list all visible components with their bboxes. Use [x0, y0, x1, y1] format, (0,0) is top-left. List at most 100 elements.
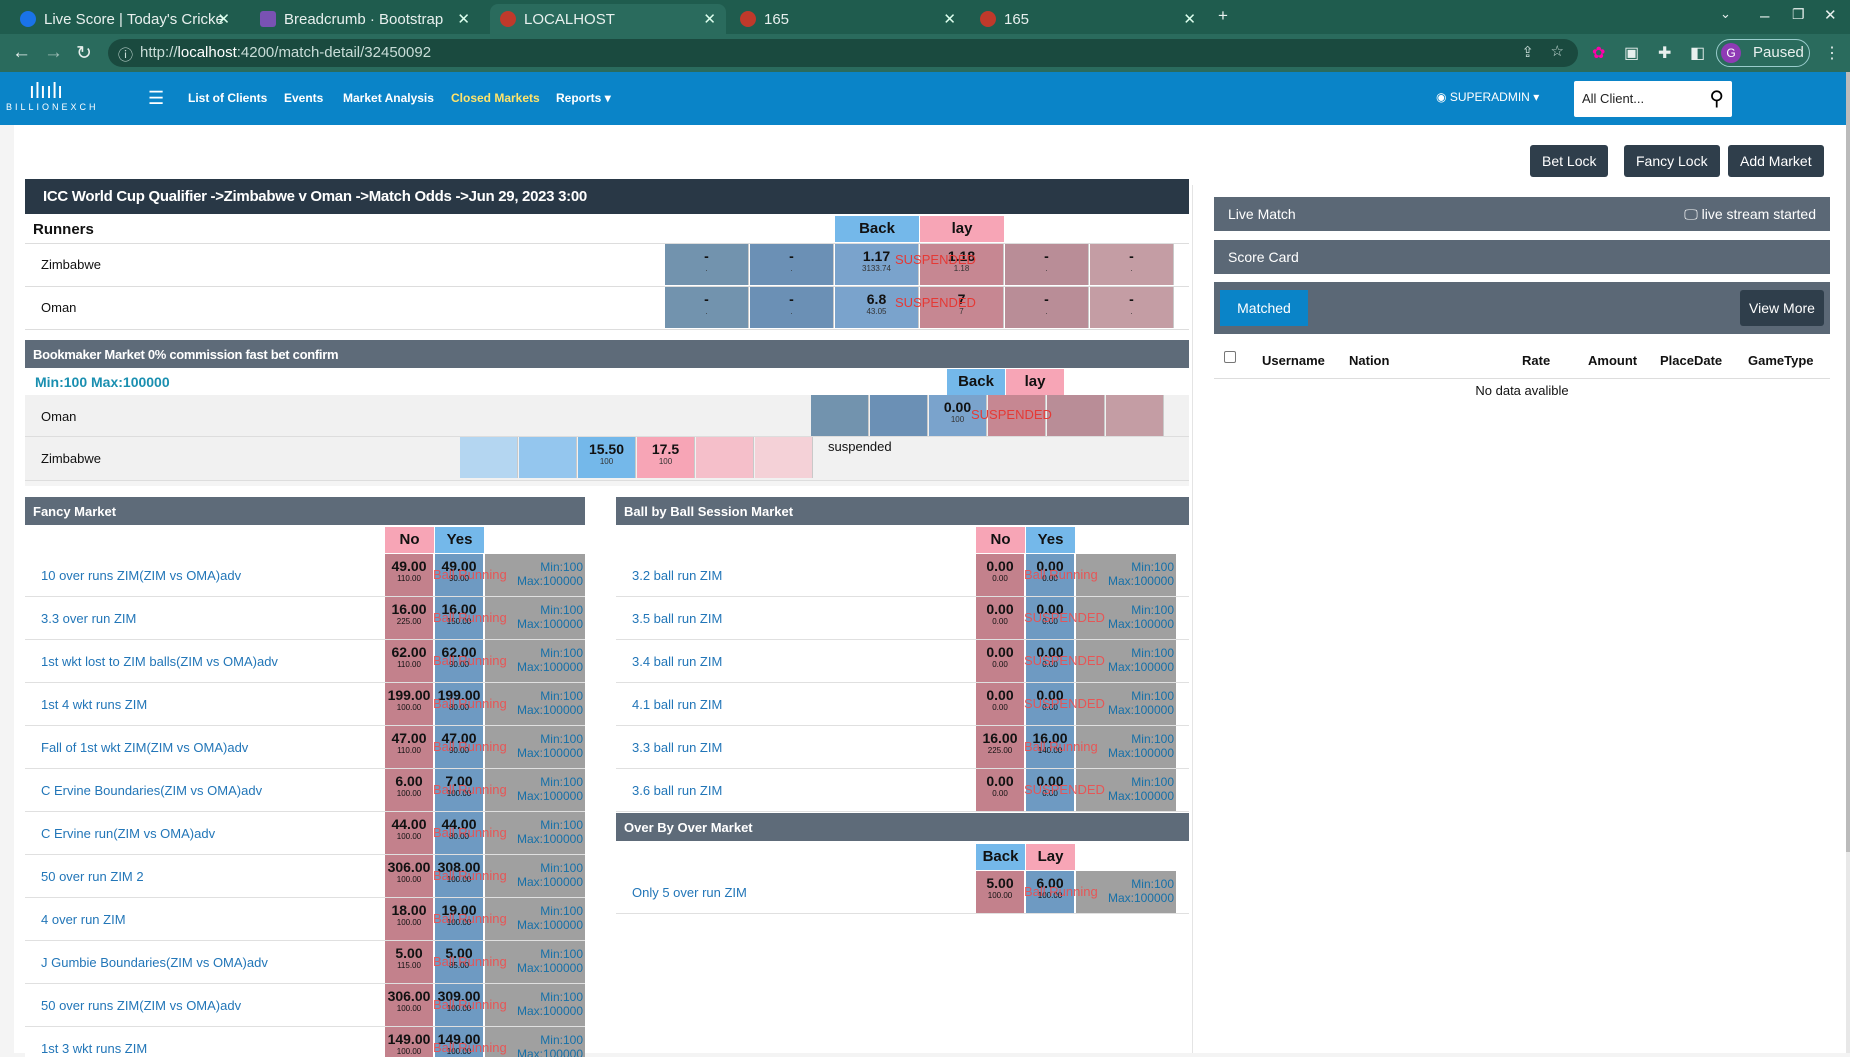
market-name[interactable]: C Ervine Boundaries(ZIM vs OMA)adv [41, 783, 262, 798]
back-odds-cell[interactable] [460, 437, 518, 478]
site-info-icon[interactable]: ⓘ [118, 44, 133, 65]
lay-odds-cell[interactable]: -. [1090, 244, 1174, 285]
minimize-icon[interactable]: – [1760, 6, 1769, 26]
profile-paused-button[interactable]: G Paused [1716, 39, 1810, 67]
back-odds-cell[interactable] [811, 395, 869, 436]
search-icon[interactable]: ⚲ [1709, 86, 1724, 111]
no-odds-cell[interactable]: 0.00 0.00 [976, 683, 1024, 725]
url-input[interactable]: ⓘ http://localhost:4200/match-detail/3245… [108, 39, 1578, 67]
maximize-icon[interactable]: ❐ [1792, 6, 1805, 23]
back-odds-cell[interactable]: -. [750, 287, 834, 328]
no-odds-cell[interactable]: 0.00 0.00 [976, 640, 1024, 682]
view-more-button[interactable]: View More [1740, 290, 1824, 326]
tab-search-icon[interactable]: ⌄ [1720, 6, 1731, 22]
browser-tab[interactable]: 165 ✕ [730, 4, 966, 34]
lay-odds-cell[interactable] [755, 437, 813, 478]
extension-color-icon[interactable]: ✿ [1592, 43, 1605, 63]
no-odds-cell[interactable]: 47.00 110.00 [385, 726, 433, 768]
close-tab-icon[interactable]: ✕ [943, 10, 956, 28]
no-odds-cell[interactable]: 49.00 110.00 [385, 554, 433, 596]
no-odds-cell[interactable]: 0.00 0.00 [976, 554, 1024, 596]
nav-closed-markets[interactable]: Closed Markets [451, 91, 540, 105]
no-odds-cell[interactable]: 306.00 100.00 [385, 984, 433, 1026]
reload-icon[interactable]: ↻ [76, 42, 92, 65]
browser-tab-active[interactable]: LOCALHOST ✕ [490, 4, 726, 34]
lay-odds-cell[interactable]: 17.5 100 [637, 437, 695, 478]
scrollbar-thumb[interactable] [1846, 72, 1850, 852]
market-name[interactable]: Only 5 over run ZIM [632, 885, 747, 900]
extensions-puzzle-icon[interactable]: ✚ [1658, 43, 1671, 63]
back-odds-cell[interactable]: -. [750, 244, 834, 285]
market-name[interactable]: 3.3 ball run ZIM [632, 740, 722, 755]
lay-odds-cell[interactable] [696, 437, 754, 478]
market-name[interactable]: J Gumbie Boundaries(ZIM vs OMA)adv [41, 955, 268, 970]
lay-odds-cell[interactable]: -. [1005, 244, 1089, 285]
close-window-icon[interactable]: ✕ [1824, 6, 1837, 24]
no-odds-cell[interactable]: 5.00 100.00 [976, 871, 1024, 913]
no-odds-cell[interactable]: 44.00 100.00 [385, 812, 433, 854]
market-name[interactable]: 1st 3 wkt runs ZIM [41, 1041, 147, 1056]
lay-odds-cell[interactable] [1047, 395, 1105, 436]
nav-market-analysis[interactable]: Market Analysis [343, 91, 434, 105]
live-match-bar[interactable]: Live Match 🖵 live stream started [1214, 197, 1830, 231]
lay-odds-cell[interactable]: -. [1005, 287, 1089, 328]
close-tab-icon[interactable]: ✕ [703, 10, 716, 28]
market-name[interactable]: 3.3 over run ZIM [41, 611, 136, 626]
close-tab-icon[interactable]: ✕ [1183, 10, 1196, 28]
close-tab-icon[interactable]: ✕ [217, 10, 230, 28]
browser-tab[interactable]: Breadcrumb · Bootstrap ✕ [250, 4, 480, 34]
market-name[interactable]: Fall of 1st wkt ZIM(ZIM vs OMA)adv [41, 740, 248, 755]
client-search-select[interactable]: All Client... ⚲ [1574, 81, 1732, 117]
no-odds-cell[interactable]: 0.00 0.00 [976, 769, 1024, 811]
no-odds-cell[interactable]: 16.00 225.00 [976, 726, 1024, 768]
market-name[interactable]: 3.2 ball run ZIM [632, 568, 722, 583]
bookmark-star-icon[interactable]: ☆ [1551, 42, 1564, 60]
back-odds-cell[interactable]: -. [665, 287, 749, 328]
back-arrow-icon[interactable]: ← [12, 42, 31, 64]
market-name[interactable]: 3.6 ball run ZIM [632, 783, 722, 798]
new-tab-icon[interactable]: + [1218, 6, 1228, 26]
market-name[interactable]: 50 over run ZIM 2 [41, 869, 144, 884]
browser-tab[interactable]: Live Score | Today's Cricke ✕ [10, 4, 240, 34]
market-name[interactable]: 3.4 ball run ZIM [632, 654, 722, 669]
no-odds-cell[interactable]: 62.00 110.00 [385, 640, 433, 682]
forward-arrow-icon[interactable]: → [44, 42, 63, 64]
back-odds-cell[interactable] [870, 395, 928, 436]
no-odds-cell[interactable]: 6.00 100.00 [385, 769, 433, 811]
close-tab-icon[interactable]: ✕ [457, 10, 470, 28]
browser-menu-icon[interactable]: ⋮ [1824, 43, 1840, 63]
nav-list-of-clients[interactable]: List of Clients [188, 91, 267, 105]
market-name[interactable]: 1st 4 wkt runs ZIM [41, 697, 147, 712]
matched-tab[interactable]: Matched [1220, 290, 1308, 326]
back-odds-cell[interactable]: 15.50 100 [578, 437, 636, 478]
browser-tab[interactable]: 165 ✕ [970, 4, 1206, 34]
add-market-button[interactable]: Add Market [1728, 145, 1824, 177]
screen-capture-icon[interactable]: ▣ [1624, 43, 1639, 63]
user-menu[interactable]: ◉ SUPERADMIN ▾ [1436, 90, 1539, 104]
lay-odds-cell[interactable] [1106, 395, 1164, 436]
nav-events[interactable]: Events [284, 91, 323, 105]
no-odds-cell[interactable]: 5.00 115.00 [385, 941, 433, 983]
no-odds-cell[interactable]: 199.00 100.00 [385, 683, 433, 725]
market-name[interactable]: 3.5 ball run ZIM [632, 611, 722, 626]
lay-odds-cell[interactable]: -. [1090, 287, 1174, 328]
fancy-lock-button[interactable]: Fancy Lock [1624, 145, 1720, 177]
score-card-bar[interactable]: Score Card [1214, 240, 1830, 274]
brand-logo[interactable]: ılıılı BILLIONEXCH [6, 80, 96, 113]
market-name[interactable]: 4 over run ZIM [41, 912, 126, 927]
no-odds-cell[interactable]: 16.00 225.00 [385, 597, 433, 639]
nav-reports[interactable]: Reports ▾ [556, 91, 611, 105]
no-odds-cell[interactable]: 306.00 100.00 [385, 855, 433, 897]
page-scrollbar[interactable] [1846, 72, 1850, 1053]
bet-lock-button[interactable]: Bet Lock [1530, 145, 1609, 177]
side-panel-icon[interactable]: ◧ [1690, 43, 1705, 63]
select-all-checkbox[interactable] [1224, 351, 1236, 363]
market-name[interactable]: 50 over runs ZIM(ZIM vs OMA)adv [41, 998, 241, 1013]
no-odds-cell[interactable]: 18.00 100.00 [385, 898, 433, 940]
market-name[interactable]: 10 over runs ZIM(ZIM vs OMA)adv [41, 568, 241, 583]
share-icon[interactable]: ⇪ [1521, 43, 1534, 61]
back-odds-cell[interactable] [519, 437, 577, 478]
hamburger-menu-icon[interactable]: ☰ [148, 88, 164, 109]
market-name[interactable]: 1st wkt lost to ZIM balls(ZIM vs OMA)adv [41, 654, 278, 669]
no-odds-cell[interactable]: 0.00 0.00 [976, 597, 1024, 639]
